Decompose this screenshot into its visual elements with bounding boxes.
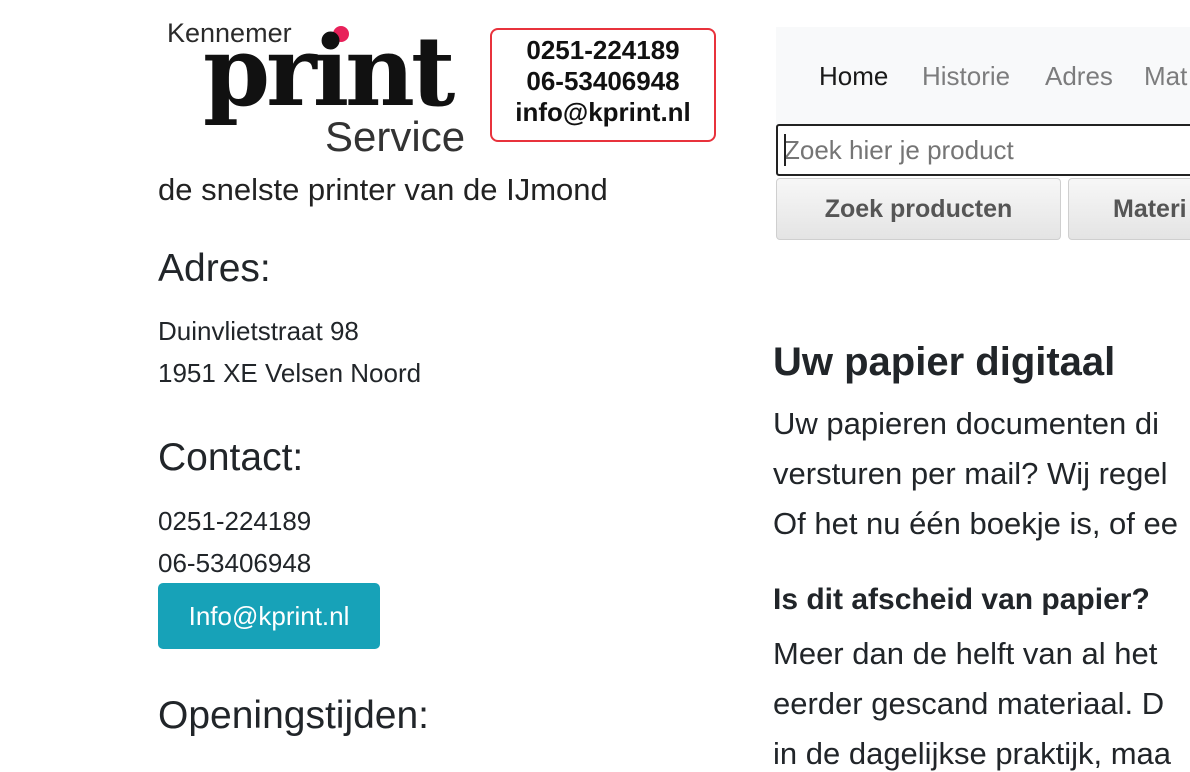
article-paragraph1-line1: Uw papieren documenten di <box>773 406 1160 441</box>
article-paragraph2-line1: Meer dan de helft van al het <box>773 636 1158 671</box>
article-subheading: Is dit afscheid van papier? <box>773 583 1150 616</box>
logo-service-text: Service <box>325 113 466 160</box>
top-navbar: Home Historie Adres Mat <box>776 27 1190 127</box>
address-city: 1951 XE Velsen Noord <box>158 358 422 388</box>
address-street: Duinvlietstraat 98 <box>158 316 359 346</box>
email-button[interactable]: Info@kprint.nl <box>158 583 380 649</box>
article-paragraph1-line3: Of het nu één boekje is, of ee <box>773 506 1178 541</box>
logo-print-text: print <box>203 15 455 128</box>
nav-historie[interactable]: Historie <box>922 61 1010 92</box>
nav-adres[interactable]: Adres <box>1045 61 1113 92</box>
search-input[interactable] <box>776 124 1190 176</box>
logo-mobile: 06-53406948 <box>526 66 680 96</box>
tagline: de snelste printer van de IJmond <box>158 172 608 207</box>
contact-heading: Contact: <box>158 436 304 479</box>
logo-contact-box: 0251-224189 06-53406948 info@kprint.nl <box>490 28 716 142</box>
article-paragraph1-line2: versturen per mail? Wij regel <box>773 456 1168 491</box>
article-paragraph2-line2: eerder gescand materiaal. D <box>773 686 1165 721</box>
materials-button[interactable]: Materi <box>1068 178 1190 240</box>
article-heading: Uw papier digitaal <box>773 340 1116 384</box>
address-heading: Adres: <box>158 247 271 290</box>
contact-mobile: 06-53406948 <box>158 548 312 578</box>
nav-home[interactable]: Home <box>819 61 888 92</box>
company-logo: Kennemer print Service 0251-224189 06-53… <box>165 16 720 158</box>
contact-phone: 0251-224189 <box>158 506 312 536</box>
logo-email: info@kprint.nl <box>515 97 691 127</box>
hours-heading: Openingstijden: <box>158 694 430 737</box>
article-paragraph2-line3: in de dagelijkse praktijk, maa <box>773 736 1172 771</box>
nav-materialen[interactable]: Mat <box>1144 61 1187 92</box>
text-cursor <box>784 134 786 166</box>
logo-phone: 0251-224189 <box>526 35 680 65</box>
search-products-button[interactable]: Zoek producten <box>776 178 1061 240</box>
